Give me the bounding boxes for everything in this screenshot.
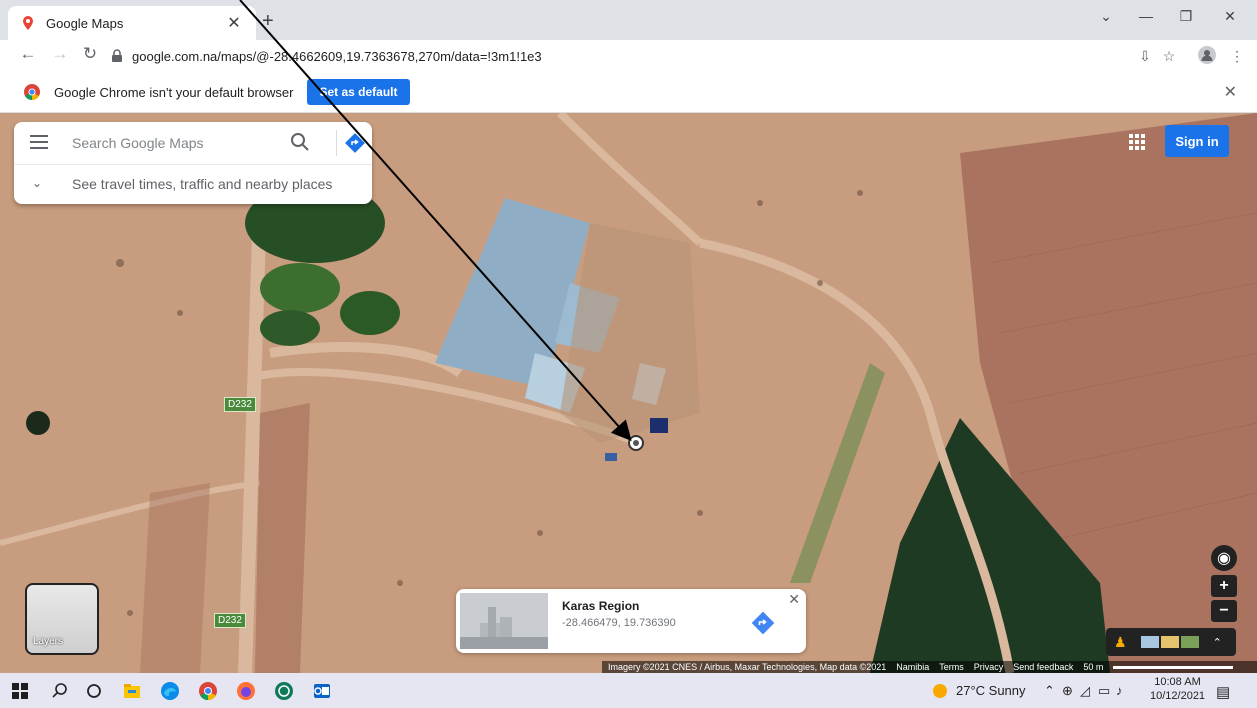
weather-text[interactable]: 27°C Sunny xyxy=(956,683,1026,698)
address-bar: ← → ↻ google.com.na/maps/@-28.4662609,19… xyxy=(0,40,1257,73)
search-row: Search Google Maps xyxy=(14,122,372,165)
edge-icon[interactable] xyxy=(160,681,180,701)
install-app-icon[interactable]: ⇩ xyxy=(1136,48,1154,66)
windows-start-icon[interactable] xyxy=(12,683,28,699)
omnibox[interactable]: google.com.na/maps/@-28.4662609,19.73636… xyxy=(110,44,1110,68)
tab-google-maps[interactable]: Google Maps ✕ xyxy=(8,6,256,40)
weather-sun-icon[interactable] xyxy=(932,683,948,699)
search-panel: Search Google Maps ⌄ See travel times, t… xyxy=(14,122,372,204)
forward-icon[interactable]: → xyxy=(48,44,72,64)
tab-title: Google Maps xyxy=(46,15,124,31)
meet-now-icon[interactable]: ⊕ xyxy=(1062,683,1073,699)
map-type-switcher[interactable]: ♟ ⌃ xyxy=(1106,628,1236,656)
battery-icon[interactable]: ▭ xyxy=(1098,683,1110,699)
new-tab-icon[interactable]: + xyxy=(262,10,274,33)
place-thumbnail xyxy=(460,593,548,649)
place-coordinates: -28.466479, 19.736390 xyxy=(562,617,676,629)
road-label-d232: D232 xyxy=(214,613,246,628)
hamburger-menu-icon[interactable] xyxy=(30,135,48,153)
imagery-attribution: Imagery ©2021 CNES / Airbus, Maxar Techn… xyxy=(608,662,887,672)
lock-icon xyxy=(112,49,122,62)
search-divider xyxy=(336,130,337,156)
travel-times-hint: See travel times, traffic and nearby pla… xyxy=(72,176,333,192)
set-default-button[interactable]: Set as default xyxy=(307,79,410,105)
app-green-icon[interactable] xyxy=(274,681,294,701)
layers-button[interactable]: Layers xyxy=(25,583,99,655)
firefox-icon[interactable] xyxy=(236,681,256,701)
clock-time: 10:08 AM xyxy=(1154,676,1201,688)
place-card-close-icon[interactable]: ✕ xyxy=(788,591,800,608)
place-directions-icon[interactable] xyxy=(751,611,775,635)
google-maps-pin-icon xyxy=(23,16,33,30)
scale-bar xyxy=(1113,665,1234,669)
infobar-close-icon[interactable]: ✕ xyxy=(1224,82,1237,102)
map-footer: Imagery ©2021 CNES / Airbus, Maxar Techn… xyxy=(602,661,1257,673)
send-feedback-link[interactable]: Send feedback xyxy=(1013,662,1073,672)
chevron-down-icon[interactable]: ⌄ xyxy=(32,176,42,190)
search-taskbar-icon[interactable] xyxy=(50,681,70,701)
outlook-icon[interactable] xyxy=(312,681,332,701)
google-apps-grid-icon[interactable] xyxy=(1128,133,1146,151)
country-link[interactable]: Namibia xyxy=(896,662,929,672)
clock-date: 10/12/2021 xyxy=(1150,690,1206,702)
bookmark-star-icon[interactable]: ☆ xyxy=(1160,48,1178,66)
search-input[interactable]: Search Google Maps xyxy=(72,135,204,151)
restore-icon[interactable]: ❐ xyxy=(1166,8,1206,25)
url-text: google.com.na/maps/@-28.4662609,19.73636… xyxy=(132,48,542,64)
map-type-thumb[interactable] xyxy=(1140,636,1159,648)
back-icon[interactable]: ← xyxy=(16,44,40,64)
menu-kebab-icon[interactable]: ⋮ xyxy=(1228,48,1246,66)
directions-icon[interactable] xyxy=(344,132,366,154)
travel-times-row[interactable]: ⌄ See travel times, traffic and nearby p… xyxy=(14,164,372,204)
search-icon[interactable] xyxy=(290,132,310,152)
terms-link[interactable]: Terms xyxy=(939,662,964,672)
chrome-taskbar-icon[interactable] xyxy=(198,681,218,701)
my-location-icon[interactable]: ◉ xyxy=(1211,545,1237,571)
expand-chevron-icon[interactable]: ⌃ xyxy=(1213,636,1222,649)
scale-label[interactable]: 50 m xyxy=(1083,662,1103,672)
tab-strip: Google Maps ✕ + ⌄ — ❐ ✕ xyxy=(0,0,1257,40)
pegman-icon[interactable]: ♟ xyxy=(1114,634,1127,651)
tab-search-icon[interactable]: ⌄ xyxy=(1086,8,1126,25)
file-explorer-icon[interactable] xyxy=(122,681,142,701)
place-name: Karas Region xyxy=(562,599,640,613)
place-card[interactable]: Karas Region -28.466479, 19.736390 ✕ xyxy=(456,589,806,653)
reload-icon[interactable]: ↻ xyxy=(78,44,102,64)
window-close-icon[interactable]: ✕ xyxy=(1210,8,1250,25)
tray-expand-icon[interactable]: ⌃ xyxy=(1044,683,1055,699)
tab-close-icon[interactable]: ✕ xyxy=(224,13,244,33)
terrain-type-thumb[interactable] xyxy=(1160,636,1179,648)
zoom-out-button[interactable]: − xyxy=(1211,600,1237,622)
default-browser-infobar: Google Chrome isn't your default browser… xyxy=(0,72,1257,113)
network-icon[interactable]: ◿ xyxy=(1080,683,1090,699)
layers-label: Layers xyxy=(33,636,64,647)
windows-taskbar: 27°C Sunny ⌃ ⊕ ◿ ▭ ♪ ▤ xyxy=(0,673,1257,708)
chrome-logo-icon xyxy=(24,84,40,100)
minimize-icon[interactable]: — xyxy=(1126,8,1166,24)
infobar-message: Google Chrome isn't your default browser xyxy=(54,84,294,100)
road-label-d232: D232 xyxy=(224,397,256,412)
satellite-type-thumb[interactable] xyxy=(1180,636,1199,648)
privacy-link[interactable]: Privacy xyxy=(974,662,1004,672)
zoom-in-button[interactable]: + xyxy=(1211,575,1237,597)
volume-icon[interactable]: ♪ xyxy=(1116,683,1123,698)
cortana-icon[interactable] xyxy=(84,681,104,701)
sign-in-button[interactable]: Sign in xyxy=(1165,125,1229,157)
taskbar-clock[interactable]: 10:08 AM 10/12/2021 xyxy=(1150,675,1205,703)
profile-avatar-icon[interactable] xyxy=(1198,46,1216,64)
notifications-icon[interactable]: ▤ xyxy=(1216,683,1230,701)
